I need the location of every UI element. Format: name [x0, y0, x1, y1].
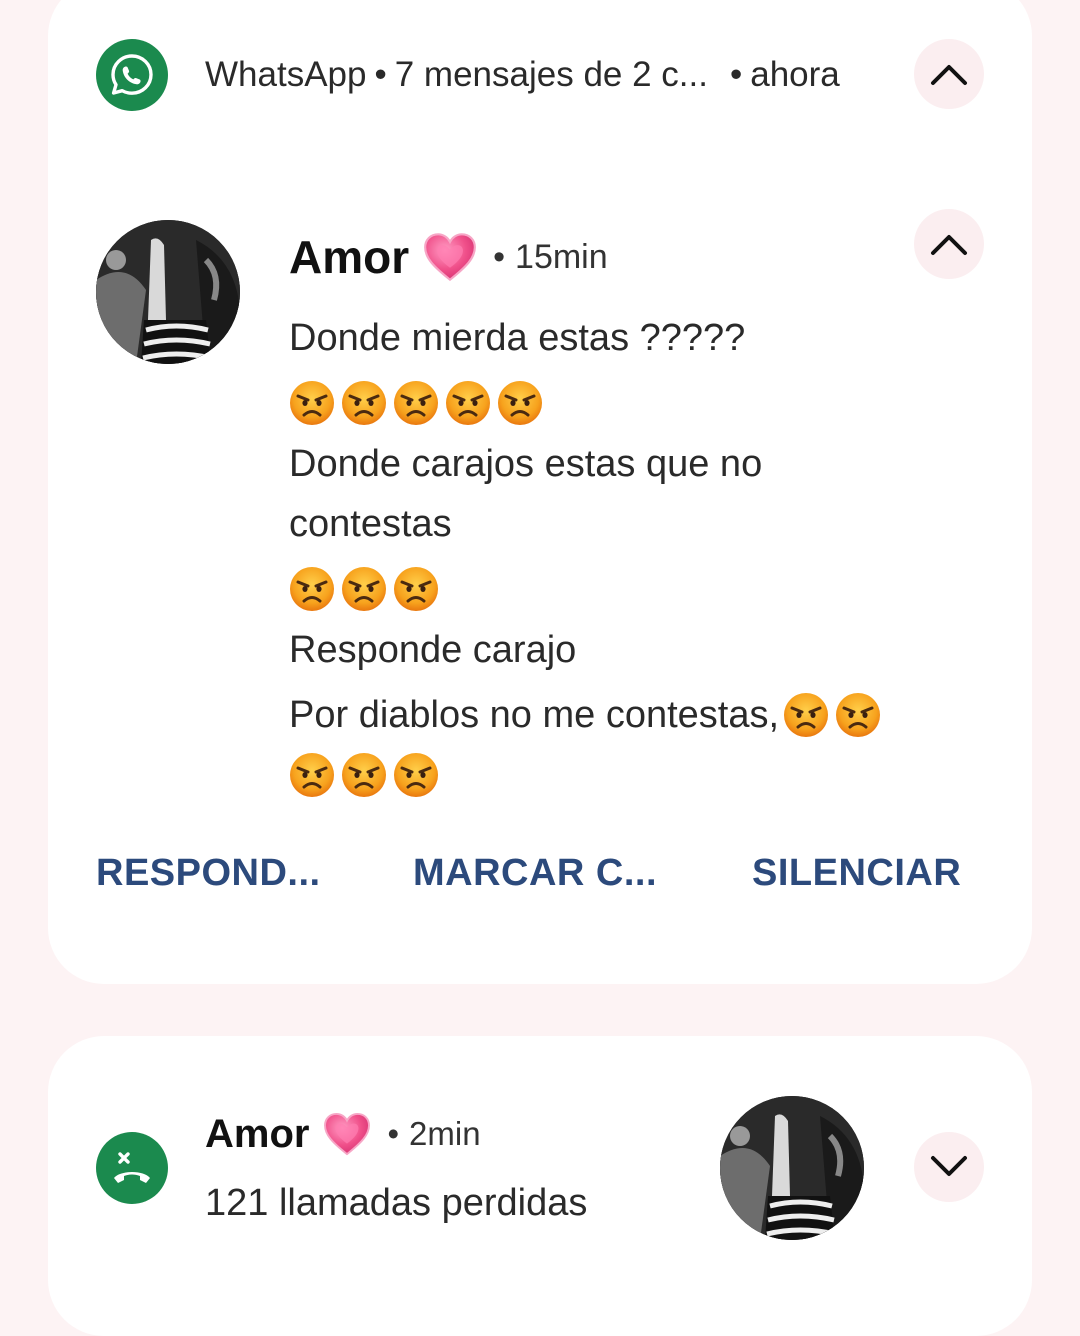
angry-face-emoji: [341, 752, 387, 798]
message-time: 15min: [515, 237, 608, 276]
angry-face-emoji: [393, 566, 439, 612]
missed-call-icon: [96, 1132, 168, 1204]
sender-name: Amor: [205, 1111, 310, 1156]
pink-heart-emoji: [323, 1112, 371, 1156]
sender-name: Amor: [289, 231, 410, 283]
angry-face-emoji: [497, 380, 543, 426]
message-line-with-emoji: Por diablos no me contestas,: [289, 692, 881, 738]
angry-face-emoji: [783, 692, 829, 738]
missed-calls-notification-card[interactable]: Amor • 2min 121 llamadas perdidas: [48, 1036, 1032, 1336]
sender-row: Amor • 15min: [289, 224, 608, 290]
missed-calls-text: 121 llamadas perdidas: [205, 1182, 588, 1224]
angry-face-emoji: [341, 380, 387, 426]
separator-dot: •: [493, 237, 506, 276]
message-line: contestas: [289, 503, 452, 545]
chevron-up-icon: [931, 235, 967, 255]
avatar: [96, 220, 240, 364]
mark-as-read-button[interactable]: MARCAR C...: [413, 852, 657, 895]
separator-dot: •: [387, 1115, 400, 1152]
collapse-group-button[interactable]: [914, 39, 984, 109]
avatar: [720, 1096, 864, 1240]
message-text: Por diablos no me contestas,: [289, 693, 780, 736]
angry-face-emoji: [289, 380, 335, 426]
collapse-message-button[interactable]: [914, 209, 984, 279]
angry-face-emoji: [835, 692, 881, 738]
pink-heart-emoji: [423, 232, 477, 282]
mute-button[interactable]: SILENCIAR: [752, 852, 961, 895]
message-line: Responde carajo: [289, 629, 577, 671]
emoji-row: [289, 380, 543, 426]
notification-actions: RESPOND... MARCAR C... SILENCIAR: [96, 852, 996, 912]
reply-button[interactable]: RESPOND...: [96, 852, 321, 895]
message-line: Donde carajos estas que no: [289, 443, 763, 485]
message-line: Donde mierda estas ?????: [289, 317, 746, 359]
expand-button[interactable]: [914, 1132, 984, 1202]
emoji-row: [289, 752, 439, 798]
call-time: 2min: [409, 1115, 481, 1152]
chevron-down-icon: [931, 1156, 967, 1176]
separator-dot: •: [374, 55, 387, 94]
chevron-up-icon: [931, 65, 967, 85]
angry-face-emoji: [289, 752, 335, 798]
angry-face-emoji: [289, 566, 335, 612]
notification-time: ahora: [750, 55, 840, 94]
whatsapp-icon: [96, 39, 168, 111]
emoji-row: [289, 566, 439, 612]
angry-face-emoji: [341, 566, 387, 612]
sender-row: Amor • 2min: [205, 1106, 481, 1162]
message-summary: 7 mensajes de 2 c...: [394, 55, 708, 94]
angry-face-emoji: [393, 752, 439, 798]
angry-face-emoji: [445, 380, 491, 426]
notification-header: WhatsApp • 7 mensajes de 2 c... • ahora: [205, 55, 840, 95]
angry-face-emoji: [393, 380, 439, 426]
separator-dot: •: [729, 55, 743, 94]
message-notification-card[interactable]: WhatsApp • 7 mensajes de 2 c... • ahora Amor…: [48, 0, 1032, 984]
app-name: WhatsApp: [205, 55, 367, 94]
